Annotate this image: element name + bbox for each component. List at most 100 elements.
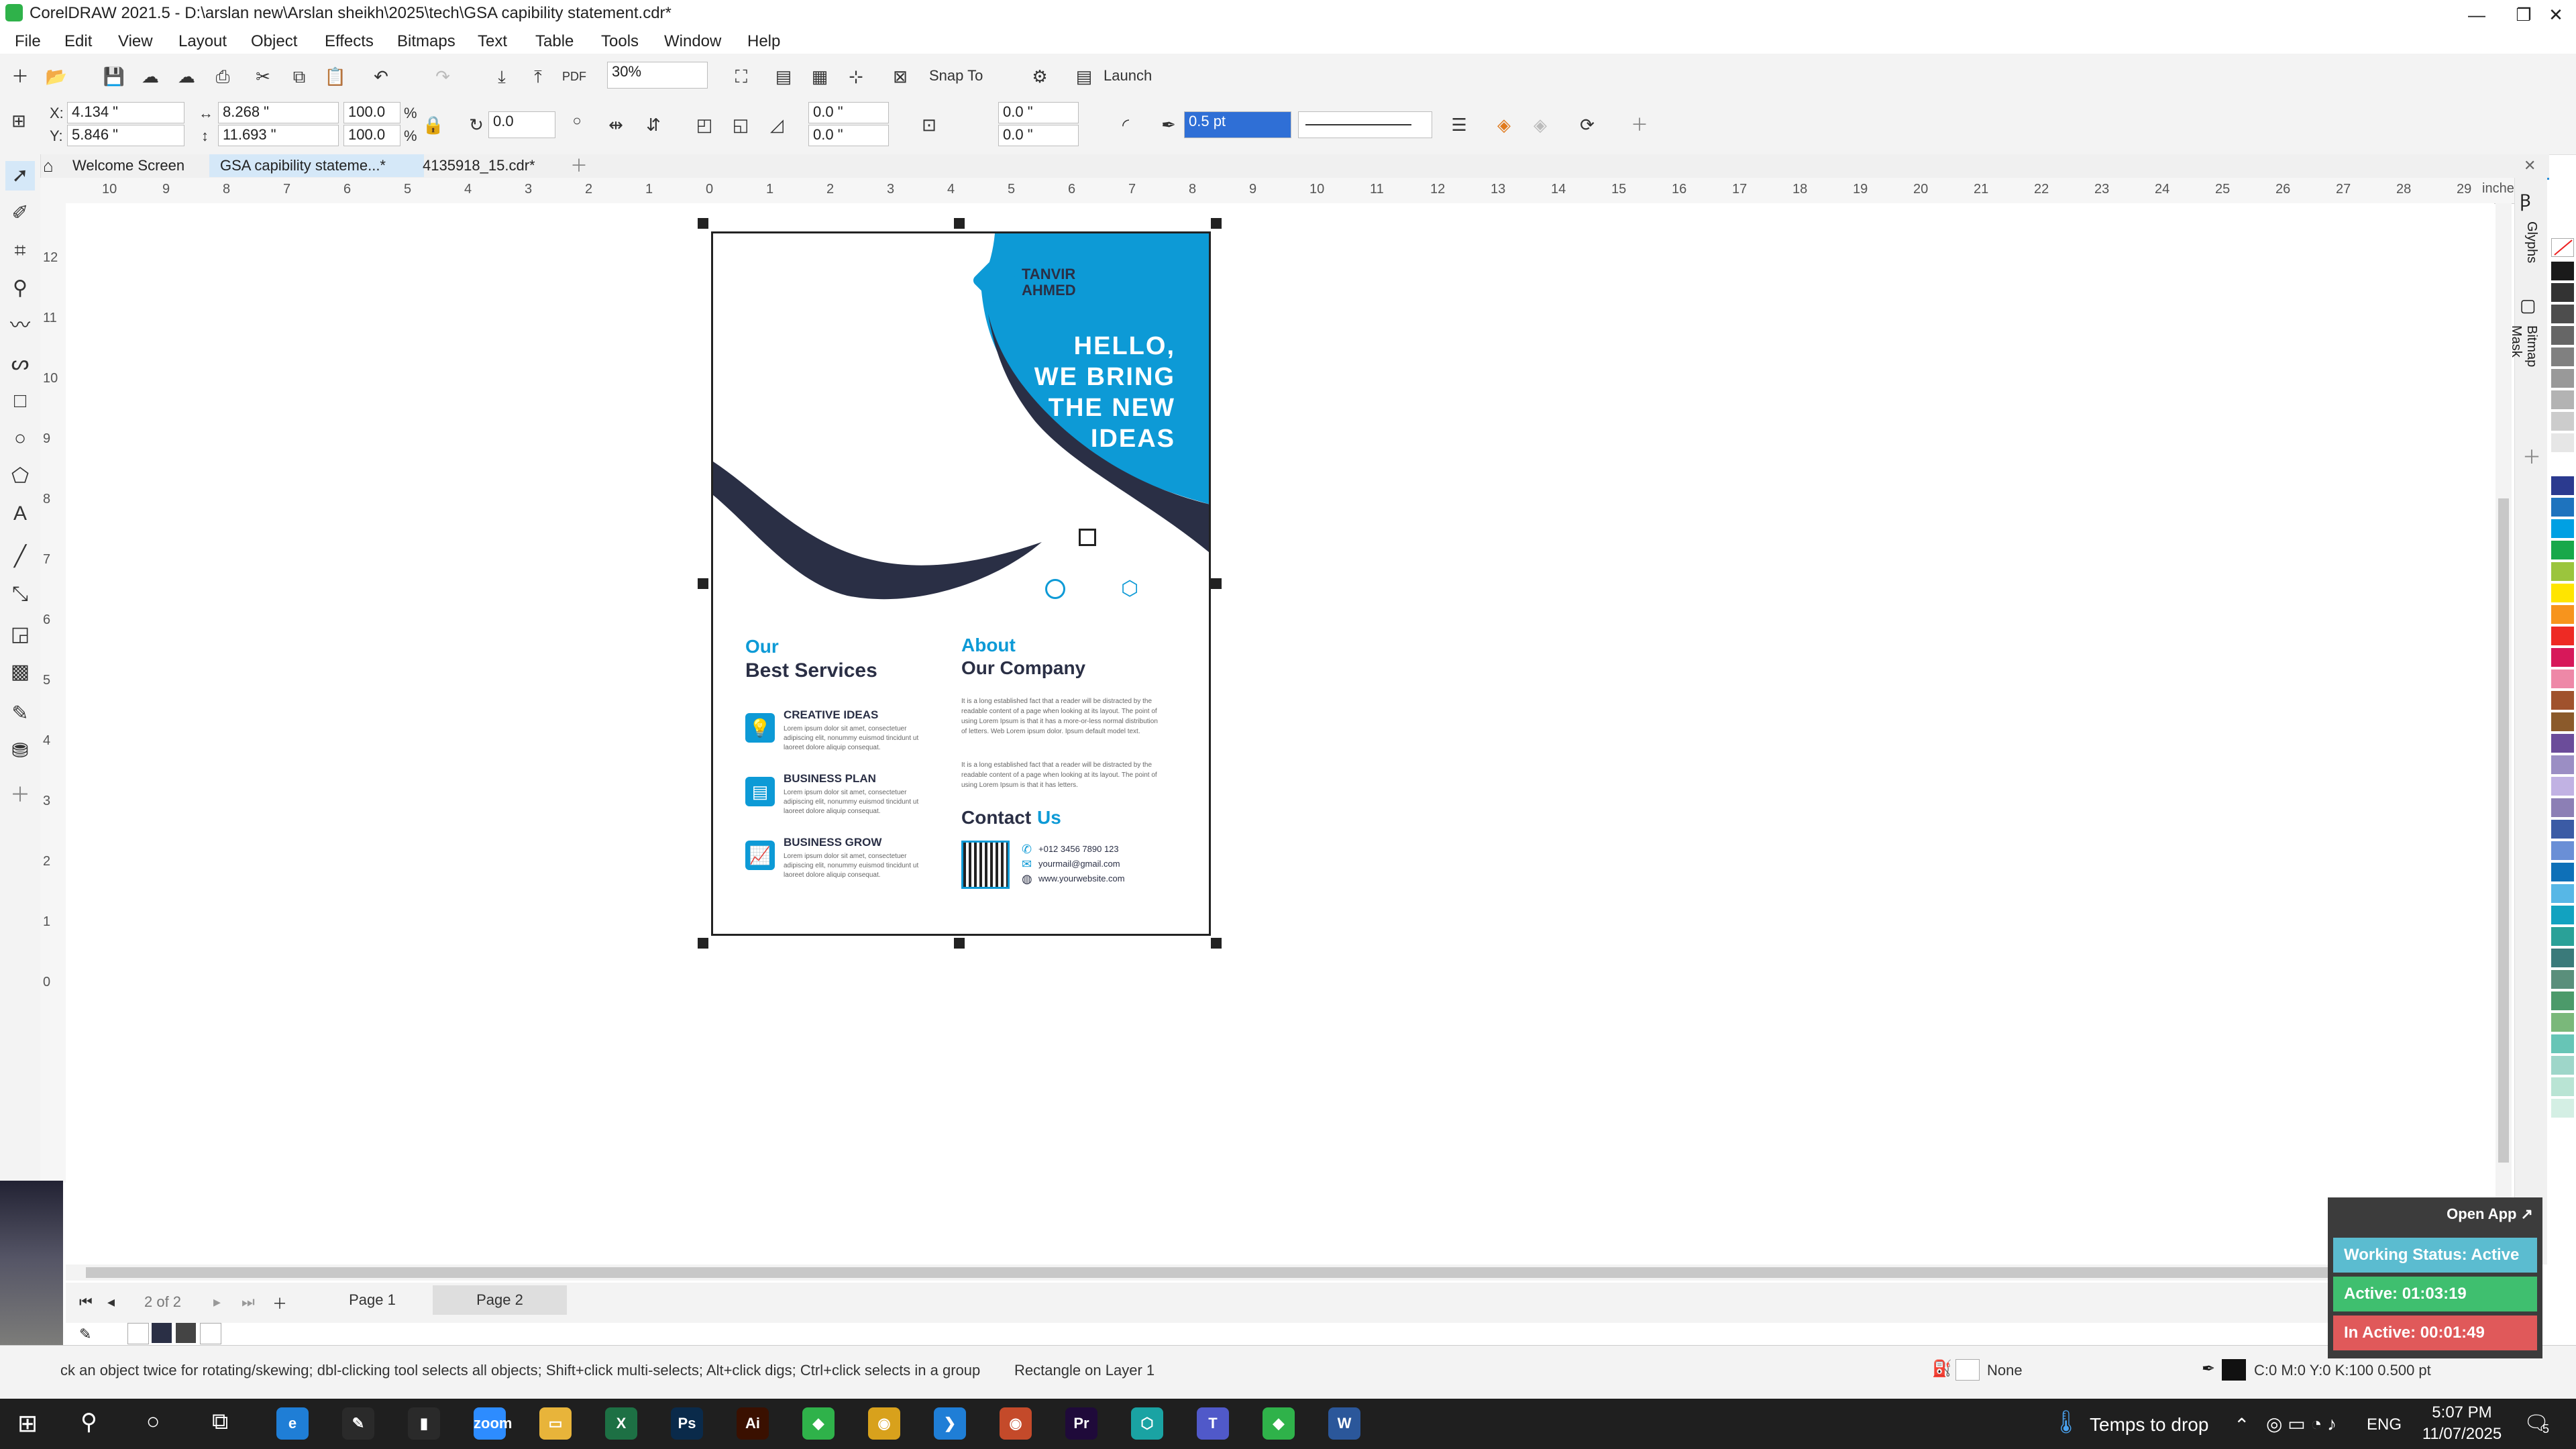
save-icon[interactable]: 💾 (101, 63, 127, 90)
menu-layout[interactable]: Layout (178, 32, 227, 51)
selection-handle-tr[interactable] (1211, 218, 1222, 229)
palette-swatch[interactable] (2551, 562, 2574, 581)
lock-ratio-icon[interactable]: 🔒 (420, 111, 447, 138)
home-icon[interactable]: ⌂ (43, 154, 67, 177)
ellipse-tool-icon[interactable]: ○ (5, 424, 35, 453)
outline-color-swatch[interactable] (2222, 1359, 2246, 1381)
selection-handle-mr[interactable] (1211, 578, 1222, 589)
taskbar-zoom-icon[interactable]: zoom (474, 1407, 512, 1440)
palette-swatch[interactable] (2551, 541, 2574, 559)
palette-swatch[interactable] (2551, 798, 2574, 817)
to-back-icon[interactable]: ◈ (1527, 111, 1554, 138)
menu-view[interactable]: View (118, 32, 153, 51)
snap-off-icon[interactable]: ⊠ (887, 63, 914, 90)
full-screen-preview-icon[interactable]: ▤ (770, 63, 797, 90)
horizontal-ruler[interactable]: 10 9 8 7 6 5 4 3 2 1 0 1 2 3 4 5 6 7 8 9 10 11 12 13 14 15 16 17 18 1… (40, 178, 2522, 204)
vertical-ruler[interactable]: 12 11 10 9 8 7 6 5 4 3 2 1 0 (40, 203, 66, 1183)
palette-swatch[interactable] (2551, 734, 2574, 753)
palette-swatch[interactable] (2551, 347, 2574, 366)
task-view-icon[interactable]: ⧉ (212, 1409, 228, 1435)
text-tool-icon[interactable]: A (5, 499, 35, 529)
round-corner-icon[interactable]: ◰ (691, 111, 718, 138)
doc-swatch-none[interactable] (127, 1323, 149, 1344)
palette-swatch[interactable] (2551, 927, 2574, 946)
copy-icon[interactable]: ⧉ (286, 63, 313, 90)
palette-swatch[interactable] (2551, 498, 2574, 517)
y-position-field[interactable]: 5.846 " (67, 125, 184, 146)
import-icon[interactable]: ⤓ (488, 63, 515, 90)
palette-swatch[interactable] (2551, 412, 2574, 431)
menu-effects[interactable]: Effects (325, 32, 374, 51)
to-front-icon[interactable]: ◈ (1491, 111, 1517, 138)
weather-text[interactable]: Temps to drop (2090, 1414, 2208, 1436)
relative-corner-scaling-icon[interactable]: ◜ (1112, 111, 1139, 138)
undo-icon[interactable]: ↶ (368, 63, 394, 90)
palette-swatch[interactable] (2551, 369, 2574, 388)
corner-radius-1-field[interactable]: 0.0 " (808, 102, 889, 123)
docker-tab-glyphs[interactable]: Glyphs (2524, 221, 2539, 263)
show-grid-icon[interactable]: ▦ (806, 63, 833, 90)
selection-handle-tc[interactable] (954, 218, 965, 229)
taskbar-app-icon[interactable]: ⬡ (1131, 1407, 1163, 1440)
taskbar-coreldraw-icon[interactable]: ◆ (802, 1407, 835, 1440)
previous-page-icon[interactable]: ◂ (107, 1293, 115, 1311)
menu-text[interactable]: Text (478, 32, 507, 51)
taskbar-edge-icon[interactable]: e (276, 1407, 309, 1440)
taskbar-photoshop-icon[interactable]: Ps (671, 1407, 703, 1440)
menu-table[interactable]: Table (535, 32, 574, 51)
flyer-page[interactable]: TANVIR AHMED HELLO, WE BRING THE NEW IDE… (711, 231, 1211, 936)
selection-handle-bl[interactable] (698, 938, 708, 949)
horizontal-scrollbar[interactable] (66, 1265, 2494, 1281)
palette-swatch[interactable] (2551, 433, 2574, 452)
eyedropper-icon[interactable]: ✎ (79, 1326, 91, 1343)
options-gear-icon[interactable]: ⚙ (1026, 63, 1053, 90)
taskbar-coreldraw2-icon[interactable]: ◆ (1263, 1407, 1295, 1440)
palette-swatch[interactable] (2551, 949, 2574, 967)
windows-start-icon[interactable]: ⊞ (17, 1409, 47, 1438)
system-tray-icons[interactable]: ◎ ▭ ◔ ♪ (2266, 1413, 2337, 1435)
last-page-icon[interactable]: ⏭ (241, 1293, 255, 1311)
parallel-dimension-tool-icon[interactable]: ╱ (5, 542, 35, 572)
print-icon[interactable]: ⎙ (209, 63, 236, 90)
palette-swatch[interactable] (2551, 777, 2574, 796)
corner-radius-3-field[interactable]: 0.0 " (998, 102, 1079, 123)
taskbar-word-icon[interactable]: W (1328, 1407, 1360, 1440)
open-app-link[interactable]: Open App ↗ (2447, 1205, 2533, 1223)
palette-swatch[interactable] (2551, 669, 2574, 688)
palette-swatch[interactable] (2551, 519, 2574, 538)
taskbar-chrome-icon[interactable]: ◉ (868, 1407, 900, 1440)
artistic-media-tool-icon[interactable]: ᔕ (5, 349, 35, 378)
fill-none-swatch[interactable] (1955, 1359, 1980, 1381)
add-tool-icon[interactable]: ＋ (5, 781, 35, 810)
close-button[interactable]: ✕ (2536, 0, 2576, 30)
launch-icon[interactable]: ▤ (1071, 63, 1097, 90)
crop-tool-icon[interactable]: ⌗ (5, 236, 35, 266)
palette-swatch[interactable] (2551, 390, 2574, 409)
add-docker-icon[interactable]: ＋ (2522, 443, 2541, 470)
language-indicator[interactable]: ENG (2367, 1415, 2402, 1434)
palette-swatch[interactable] (2551, 305, 2574, 323)
palette-swatch[interactable] (2551, 970, 2574, 989)
doc-swatch-white[interactable] (200, 1323, 221, 1344)
show-guidelines-icon[interactable]: ⊹ (843, 63, 869, 90)
no-fill-swatch[interactable] (2551, 238, 2574, 257)
palette-swatch[interactable] (2551, 712, 2574, 731)
menu-bitmaps[interactable]: Bitmaps (397, 32, 455, 51)
palette-swatch[interactable] (2551, 1034, 2574, 1053)
cloud-upload-icon[interactable]: ☁ (137, 63, 164, 90)
cortana-icon[interactable]: ○ (146, 1409, 160, 1435)
eyedropper-tool-icon[interactable]: ✎ (5, 699, 35, 729)
show-hidden-icons[interactable]: ⌃ (2234, 1414, 2249, 1436)
palette-swatch[interactable] (2551, 820, 2574, 839)
mirror-vertical-icon[interactable]: ⇵ (640, 111, 667, 138)
x-position-field[interactable]: 4.134 " (67, 102, 184, 123)
outline-width-field[interactable]: 0.5 pt (1184, 111, 1291, 138)
glyphs-icon[interactable]: Ꞵ (2520, 188, 2531, 212)
menu-object[interactable]: Object (251, 32, 297, 51)
clock-time[interactable]: 5:07 PM (2422, 1403, 2502, 1422)
palette-swatch[interactable] (2551, 691, 2574, 710)
transparency-tool-icon[interactable]: ▩ (5, 657, 35, 687)
add-tab-icon[interactable]: ＋ (570, 154, 590, 177)
doc-swatch-navy[interactable] (152, 1323, 172, 1343)
menu-help[interactable]: Help (747, 32, 780, 51)
